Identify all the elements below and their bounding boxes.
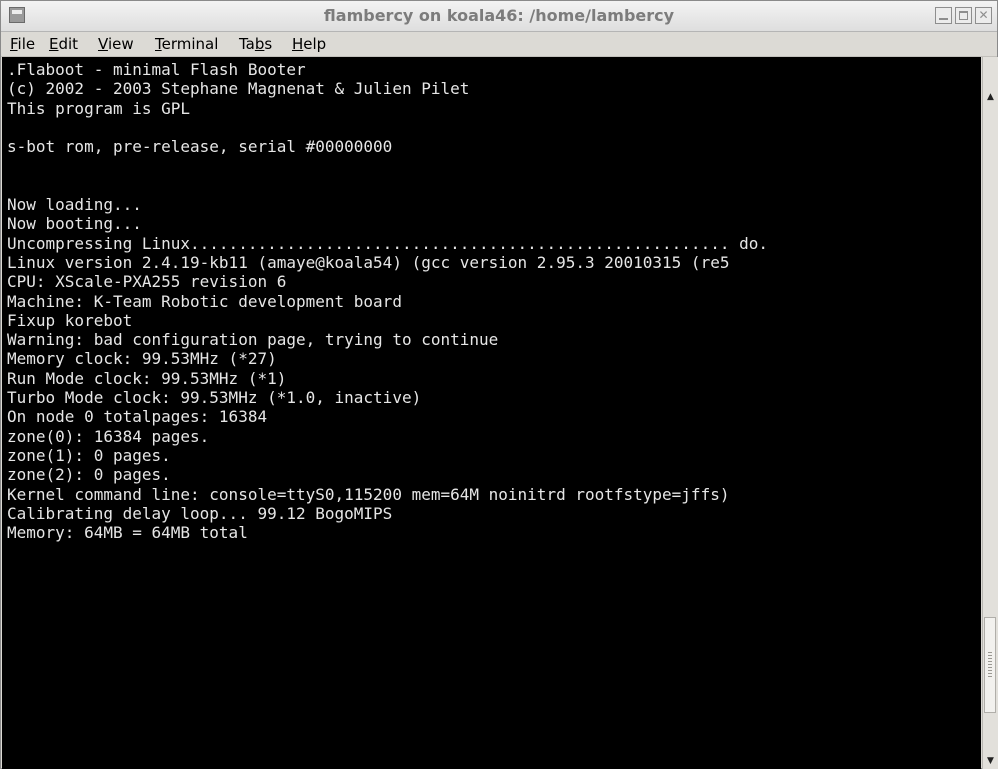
menu-edit[interactable]: Edit: [49, 32, 78, 56]
menu-tabs[interactable]: Tabs: [239, 32, 272, 56]
terminal-line: Calibrating delay loop... 99.12 BogoMIPS: [7, 503, 393, 523]
minimize-button[interactable]: [935, 7, 952, 24]
minimize-icon: [939, 18, 948, 20]
terminal-output[interactable]: .Flaboot - minimal Flash Booter (c) 2002 …: [2, 57, 981, 769]
terminal-line: .Flaboot - minimal Flash Booter: [7, 60, 306, 79]
menu-file[interactable]: File: [10, 32, 35, 56]
terminal-line: CPU: XScale-PXA255 revision 6: [7, 272, 287, 292]
close-button[interactable]: ✕: [975, 7, 992, 24]
terminal-line: Now booting...: [7, 214, 142, 234]
terminal-line: s-bot rom, pre-release, serial #00000000: [7, 137, 393, 157]
terminal-line: Turbo Mode clock: 99.53MHz (*1.0, inacti…: [7, 388, 422, 408]
menu-bar: File Edit View Terminal Tabs Help: [1, 32, 997, 57]
terminal-line: zone(0): 16384 pages.: [7, 426, 210, 446]
scroll-thumb[interactable]: [984, 617, 996, 713]
scroll-grip: [988, 652, 992, 678]
terminal-window: flambercy on koala46: /home/lambercy ✕ F…: [0, 0, 998, 769]
close-icon: ✕: [978, 8, 989, 22]
terminal-line: This program is GPL: [7, 98, 191, 118]
terminal-line: (c) 2002 - 2003 Stephane Magnenat & Juli…: [7, 79, 470, 99]
menu-help[interactable]: Help: [292, 32, 326, 56]
maximize-button[interactable]: [955, 7, 972, 24]
terminal-line: On node 0 totalpages: 16384: [7, 407, 268, 427]
menu-view[interactable]: View: [98, 32, 134, 56]
terminal-line: zone(1): 0 pages.: [7, 445, 171, 465]
title-bar[interactable]: flambercy on koala46: /home/lambercy ✕: [1, 1, 997, 32]
terminal-line: Machine: K-Team Robotic development boar…: [7, 291, 402, 311]
maximize-icon: [959, 11, 968, 20]
terminal-line: Now loading...: [7, 195, 142, 215]
terminal-line: Uncompressing Linux.....................…: [7, 233, 768, 253]
terminal-line: Linux version 2.4.19-kb11 (amaye@koala54…: [7, 252, 730, 272]
terminal-line: zone(2): 0 pages.: [7, 465, 171, 485]
terminal-line: Memory clock: 99.53MHz (*27): [7, 349, 277, 369]
terminal-line: Fixup korebot: [7, 310, 133, 330]
menu-terminal[interactable]: Terminal: [155, 32, 218, 56]
window-title: flambercy on koala46: /home/lambercy: [323, 6, 675, 25]
scroll-down-arrow-icon[interactable]: ▼: [983, 753, 998, 769]
terminal-line: Run Mode clock: 99.53MHz (*1): [7, 368, 287, 388]
terminal-lines: .Flaboot - minimal Flash Booter (c) 2002 …: [7, 60, 981, 542]
terminal-line: Kernel command line: console=ttyS0,11520…: [7, 484, 730, 504]
vertical-scrollbar[interactable]: ▲ ▼: [982, 57, 998, 769]
terminal-line: Memory: 64MB = 64MB total: [7, 523, 248, 543]
terminal-line: Warning: bad configuration page, trying …: [7, 330, 499, 350]
scroll-up-arrow-icon[interactable]: ▲: [983, 89, 998, 105]
